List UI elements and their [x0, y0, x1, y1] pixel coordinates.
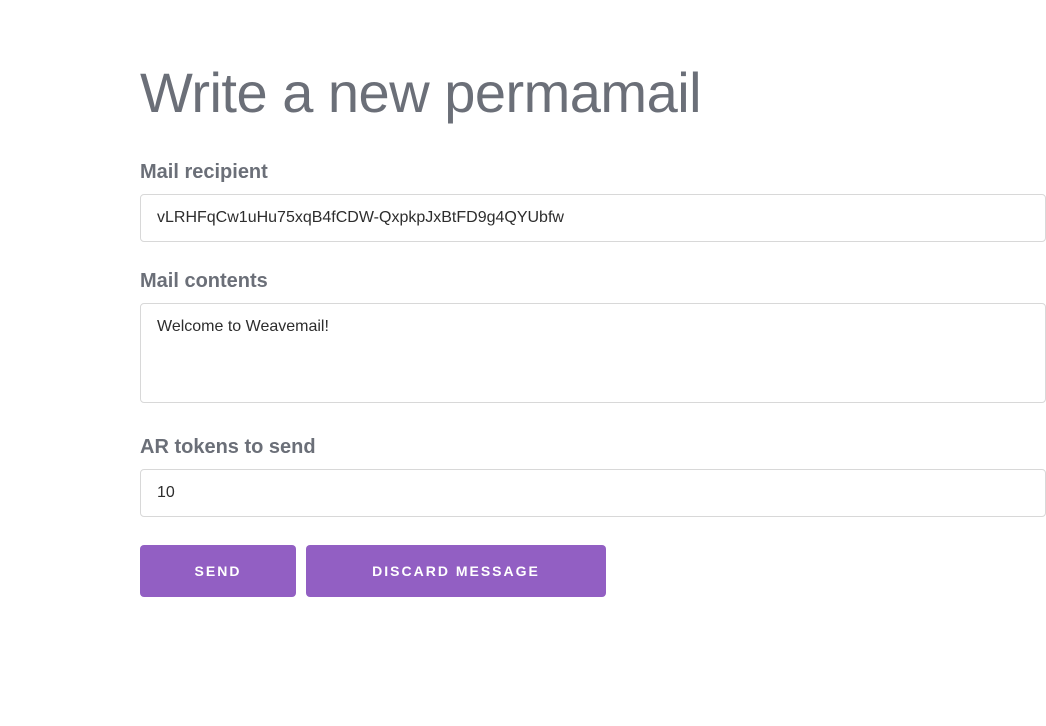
contents-group: Mail contents Welcome to Weavemail!	[140, 270, 1046, 408]
tokens-group: AR tokens to send	[140, 436, 1046, 517]
tokens-label: AR tokens to send	[140, 436, 1046, 459]
send-button[interactable]: SEND	[140, 545, 296, 597]
button-row: SEND DISCARD MESSAGE	[140, 545, 1046, 597]
contents-textarea[interactable]: Welcome to Weavemail!	[140, 303, 1046, 403]
discard-button[interactable]: DISCARD MESSAGE	[306, 545, 606, 597]
contents-label: Mail contents	[140, 270, 1046, 293]
tokens-input[interactable]	[140, 469, 1046, 517]
page-title: Write a new permamail	[140, 60, 1046, 125]
recipient-input[interactable]	[140, 194, 1046, 242]
recipient-group: Mail recipient	[140, 161, 1046, 242]
recipient-label: Mail recipient	[140, 161, 1046, 184]
